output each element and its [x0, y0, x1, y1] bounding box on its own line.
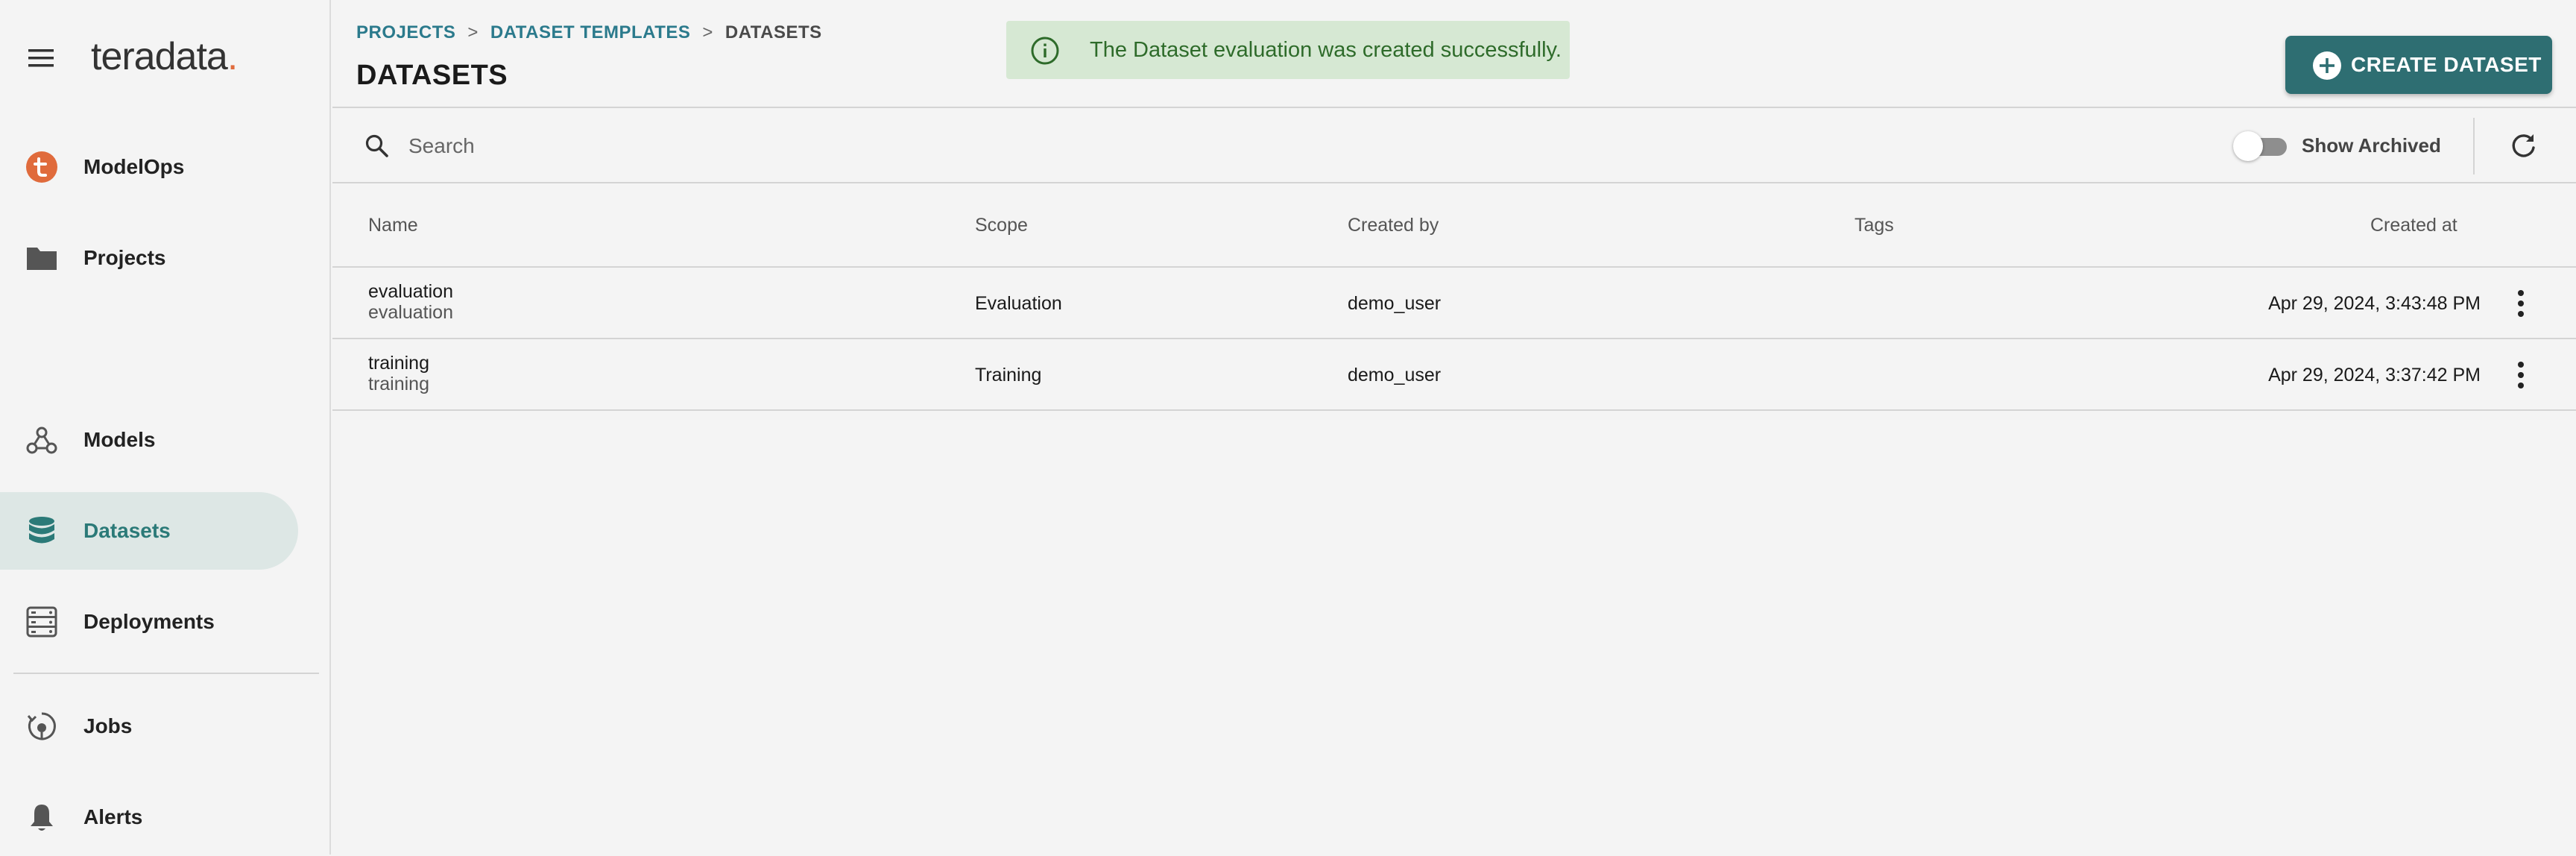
dataset-created-by: demo_user — [1348, 365, 1442, 385]
show-archived-toggle[interactable] — [2233, 131, 2293, 161]
sidebar-item-jobs[interactable]: Jobs — [0, 687, 298, 765]
deployments-icon — [25, 605, 58, 638]
show-archived-label: Show Archived — [2302, 134, 2441, 157]
add-circle-icon — [2312, 51, 2342, 81]
toolbar-vertical-divider — [2473, 118, 2475, 174]
teradata-logo[interactable]: teradata. — [91, 34, 238, 79]
sidebar-item-label: Deployments — [83, 610, 215, 633]
sidebar-item-modelops[interactable]: ModelOps — [0, 128, 298, 206]
sidebar-item-models[interactable]: Models — [0, 401, 298, 479]
dataset-scope: Evaluation — [975, 293, 1062, 314]
header-divider — [332, 107, 2576, 108]
search-icon — [364, 133, 391, 160]
refresh-icon[interactable] — [2507, 130, 2539, 161]
table-row[interactable]: training training Training demo_user Apr… — [332, 339, 2576, 411]
breadcrumb-separator: > — [467, 22, 479, 43]
sidebar-item-label: Alerts — [83, 805, 143, 828]
teradata-t-icon — [25, 151, 58, 183]
models-webhook-icon — [25, 424, 58, 456]
sidebar-item-label: Models — [83, 428, 156, 451]
dataset-created-at: Apr 29, 2024, 3:37:42 PM — [2268, 365, 2481, 385]
page-title: DATASETS — [356, 60, 508, 91]
sidebar-divider — [13, 673, 319, 674]
dataset-subname: evaluation — [368, 302, 453, 323]
toast-message: The Dataset evaluation was created succe… — [1090, 37, 1562, 62]
dataset-created-by: demo_user — [1348, 293, 1442, 314]
sidebar-item-label: Jobs — [83, 714, 133, 737]
logo-text: teradata — [91, 35, 228, 78]
dataset-created-at: Apr 29, 2024, 3:43:48 PM — [2268, 293, 2481, 314]
sidebar-item-datasets[interactable]: Datasets — [0, 492, 298, 570]
create-dataset-label: CREATE DATASET — [2351, 53, 2542, 76]
more-vert-icon[interactable] — [2512, 359, 2530, 391]
dataset-name: evaluation — [368, 281, 453, 302]
database-icon — [25, 514, 58, 547]
column-header-scope[interactable]: Scope — [975, 215, 1028, 236]
sidebar: teradata. ModelOps Projects Models Datas… — [0, 0, 331, 855]
info-icon — [1030, 36, 1060, 66]
table-row[interactable]: evaluation evaluation Evaluation demo_us… — [332, 268, 2576, 339]
breadcrumb-dataset-templates[interactable]: DATASET TEMPLATES — [490, 22, 691, 43]
column-header-created-by[interactable]: Created by — [1348, 215, 1439, 236]
success-toast: The Dataset evaluation was created succe… — [1006, 21, 1570, 79]
breadcrumb-separator: > — [702, 22, 713, 43]
toolbar-divider — [332, 182, 2576, 183]
logo-dot: . — [227, 35, 238, 78]
sidebar-item-projects[interactable]: Projects — [0, 219, 298, 297]
breadcrumb-datasets: DATASETS — [724, 22, 822, 43]
dataset-scope: Training — [975, 365, 1042, 385]
breadcrumb-projects[interactable]: PROJECTS — [356, 22, 455, 43]
column-header-created-at[interactable]: Created at — [2370, 215, 2457, 236]
hamburger-menu-icon[interactable] — [27, 45, 57, 72]
dataset-name: training — [368, 353, 429, 374]
sidebar-item-deployments[interactable]: Deployments — [0, 583, 298, 661]
sidebar-item-label: Datasets — [83, 519, 171, 542]
create-dataset-button[interactable]: CREATE DATASET — [2285, 36, 2552, 94]
sidebar-item-alerts[interactable]: Alerts — [0, 778, 298, 856]
folder-icon — [25, 242, 58, 274]
jobs-icon — [25, 710, 58, 743]
bell-icon — [25, 801, 58, 834]
sidebar-item-label: Projects — [83, 246, 166, 269]
toggle-thumb — [2233, 131, 2263, 161]
search-input[interactable] — [407, 128, 1301, 164]
sidebar-header: teradata. — [0, 30, 331, 86]
more-vert-icon[interactable] — [2512, 287, 2530, 320]
sidebar-item-label: ModelOps — [83, 155, 185, 178]
column-header-name[interactable]: Name — [368, 215, 418, 236]
dataset-subname: training — [368, 374, 429, 394]
column-header-tags: Tags — [1854, 215, 1894, 236]
breadcrumb: PROJECTS > DATASET TEMPLATES > DATASETS — [356, 22, 822, 43]
